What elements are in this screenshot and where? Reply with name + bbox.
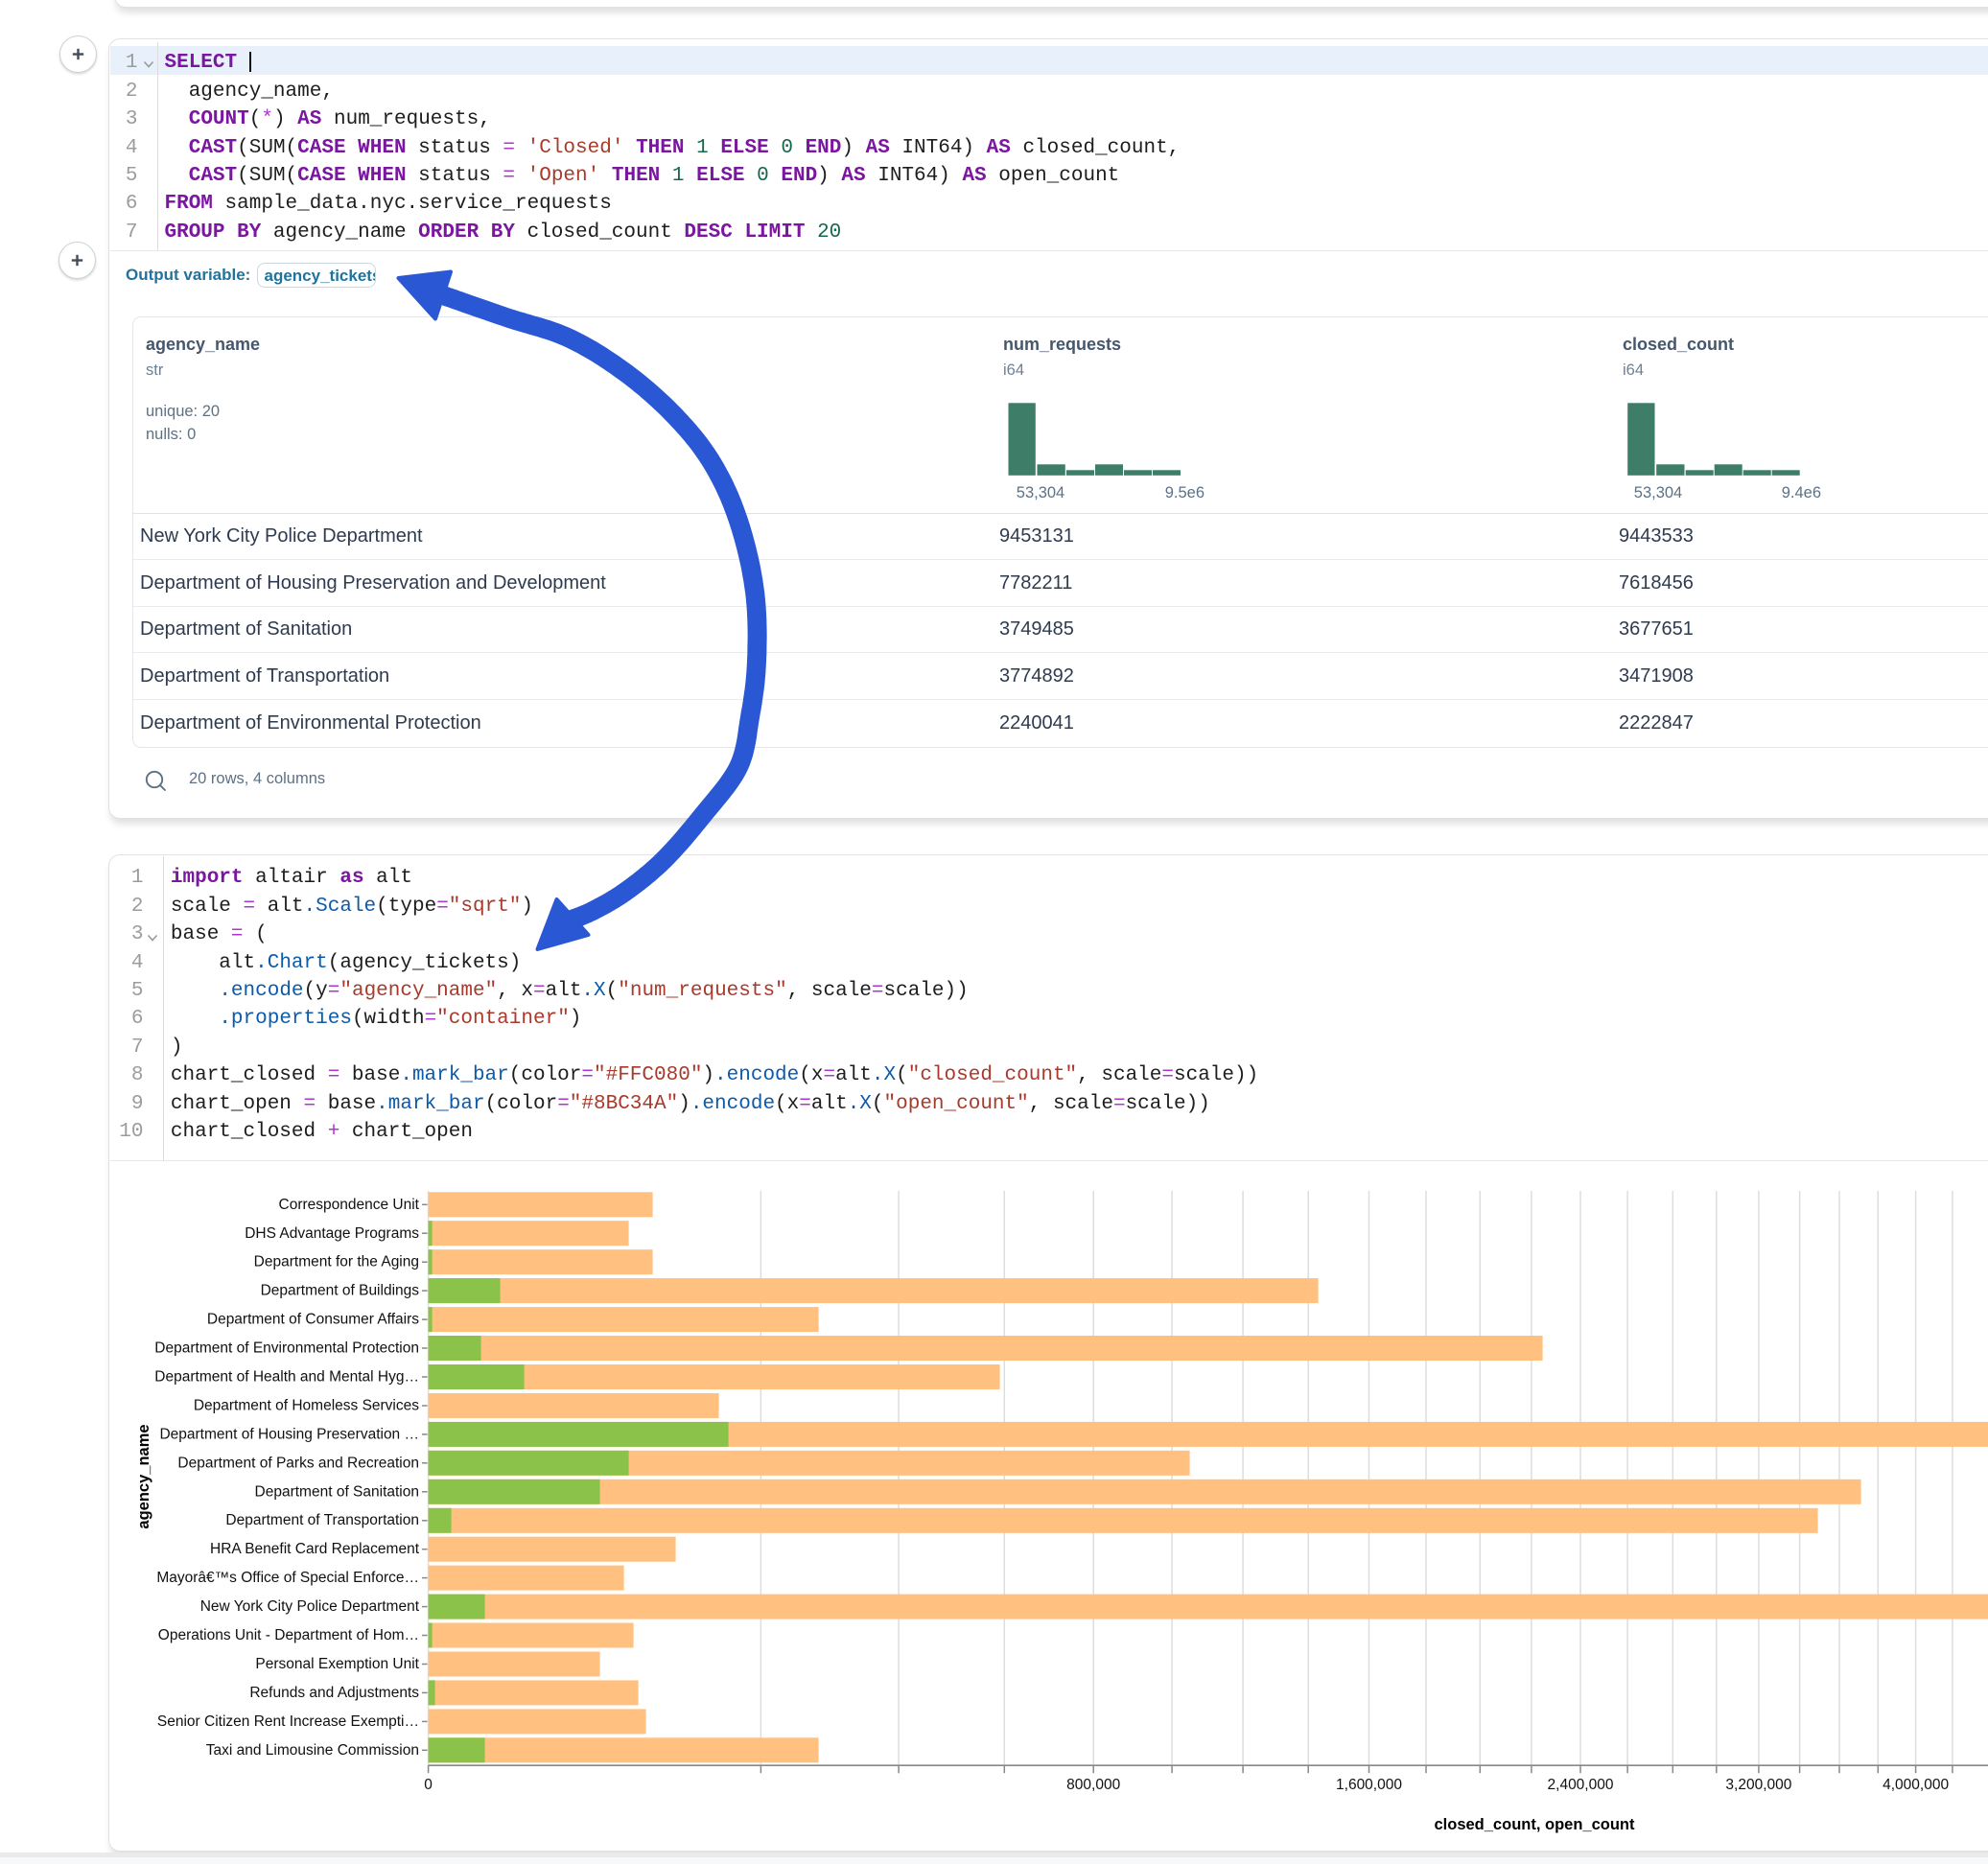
svg-text:Department of Consumer Affairs: Department of Consumer Affairs [207, 1312, 419, 1328]
svg-text:HRA Benefit Card Replacement: HRA Benefit Card Replacement [210, 1541, 420, 1557]
svg-text:800,000: 800,000 [1066, 1777, 1120, 1793]
svg-text:Correspondence Unit: Correspondence Unit [279, 1197, 420, 1213]
svg-text:Personal Exemption Unit: Personal Exemption Unit [255, 1656, 419, 1672]
svg-text:New York City Police Departmen: New York City Police Department [200, 1598, 420, 1615]
svg-text:agency_name: agency_name [135, 1424, 152, 1528]
svg-text:closed_count, open_count: closed_count, open_count [1434, 1816, 1635, 1833]
svg-text:Department of Environmental Pr: Department of Environmental Protection [154, 1340, 419, 1357]
svg-text:Senior Citizen Rent Increase E: Senior Citizen Rent Increase Exempti… [157, 1713, 419, 1730]
svg-text:DHS Advantage Programs: DHS Advantage Programs [245, 1225, 419, 1242]
svg-text:Department of Health and Menta: Department of Health and Mental Hyg… [154, 1369, 419, 1386]
svg-text:Taxi and Limousine Commission: Taxi and Limousine Commission [206, 1742, 419, 1759]
svg-text:Department of Homeless Service: Department of Homeless Services [194, 1398, 419, 1414]
svg-text:Operations Unit - Department o: Operations Unit - Department of Hom… [158, 1627, 419, 1643]
svg-text:Department of Parks and Recrea: Department of Parks and Recreation [177, 1455, 419, 1471]
svg-text:Department of Buildings: Department of Buildings [261, 1283, 420, 1299]
svg-text:Department of Sanitation: Department of Sanitation [255, 1483, 419, 1500]
svg-text:0: 0 [424, 1777, 433, 1793]
svg-text:4,000,000: 4,000,000 [1883, 1777, 1949, 1793]
svg-text:Refunds and Adjustments: Refunds and Adjustments [249, 1685, 419, 1701]
svg-text:2,400,000: 2,400,000 [1548, 1777, 1614, 1793]
svg-text:Mayorâ€™s Office of Special En: Mayorâ€™s Office of Special Enforce… [156, 1570, 419, 1586]
svg-text:Department of Housing Preserva: Department of Housing Preservation … [159, 1426, 419, 1442]
svg-text:1,600,000: 1,600,000 [1336, 1777, 1402, 1793]
svg-text:Department of Transportation: Department of Transportation [225, 1512, 419, 1528]
svg-text:3,200,000: 3,200,000 [1725, 1777, 1791, 1793]
svg-text:Department for the Aging: Department for the Aging [254, 1254, 419, 1270]
